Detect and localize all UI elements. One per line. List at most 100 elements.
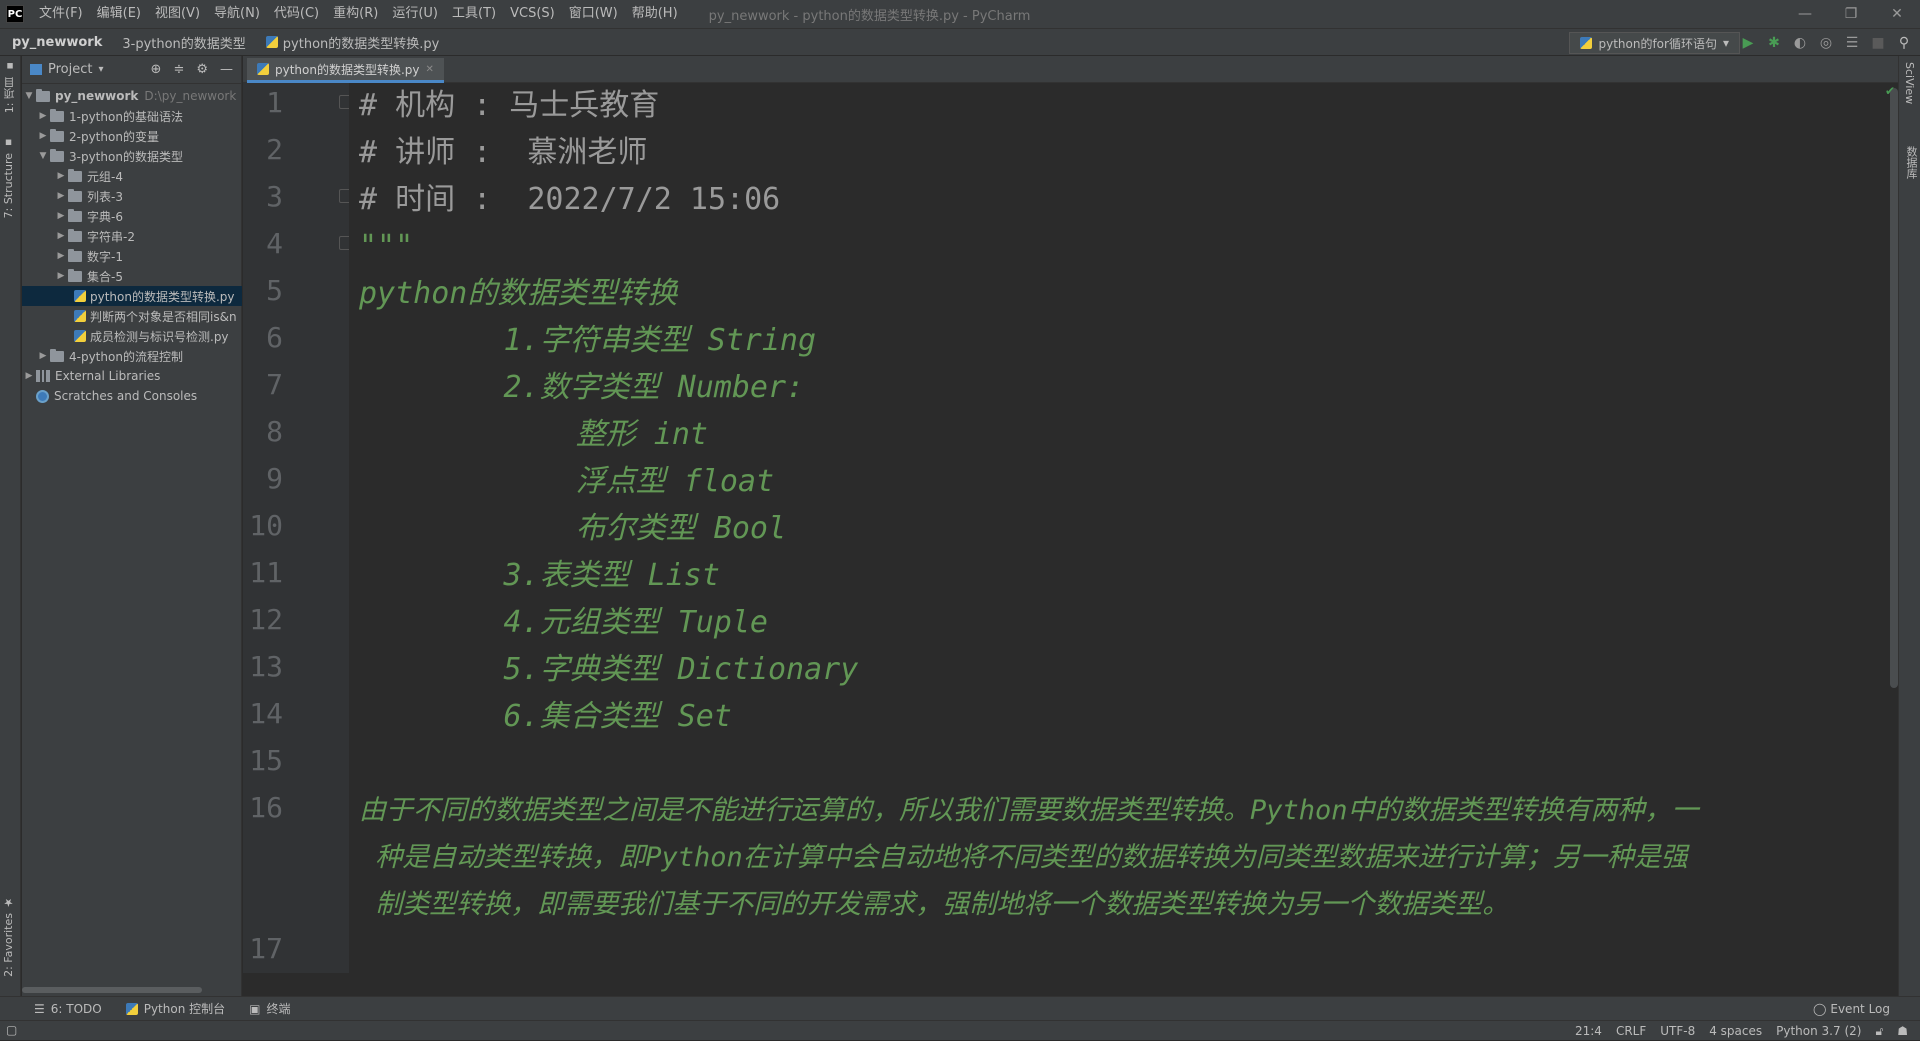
run-icon[interactable]: ▶ [1740, 35, 1756, 51]
code-editor[interactable]: # 机构 : 马士兵教育 # 讲师 : 慕洲老师 # 时间 : 2022/7/2… [349, 83, 1898, 973]
tree-item-label: 字典-6 [87, 209, 123, 224]
file-encoding[interactable]: UTF-8 [1660, 1024, 1695, 1038]
tree-root-project[interactable]: ▼ py_newwork D:\py_newwork [22, 86, 242, 106]
breadcrumb-project[interactable]: py_newwork [0, 35, 110, 50]
window-controls: — ❐ ✕ [1782, 0, 1920, 28]
tool-tab-event-log[interactable]: ◯ Event Log [1813, 997, 1890, 1021]
locate-icon[interactable]: ⊕ [151, 62, 162, 77]
chevron-down-icon[interactable]: ▾ [98, 64, 103, 75]
chevron-down-icon[interactable]: ▼ [36, 151, 50, 161]
tool-tab-python-console[interactable]: Python 控制台 [114, 1000, 237, 1017]
chevron-right-icon[interactable]: ▶ [54, 271, 68, 281]
tree-item-label: 判断两个对象是否相同is&n [90, 309, 237, 324]
tree-item[interactable]: ▶ 列表-3 [54, 186, 242, 206]
tool-tab-database[interactable]: 数据库 [1903, 146, 1919, 179]
python-console-icon [125, 1002, 138, 1015]
tree-item[interactable]: ▶ 数字-1 [54, 246, 242, 266]
notifications-icon[interactable]: ☗ [1897, 1024, 1908, 1038]
project-view-select[interactable]: Project [48, 62, 92, 77]
tool-tab-project[interactable]: 1: 项目 ▪ [2, 60, 18, 113]
tool-tab-terminal[interactable]: ▣ 终端 [237, 1000, 302, 1017]
restore-icon[interactable]: ❐ [1828, 0, 1874, 28]
tree-item[interactable]: ▶ 1-python的基础语法 [36, 106, 242, 126]
debug-icon[interactable]: ✱ [1766, 35, 1782, 51]
python-file-icon [74, 290, 86, 302]
tree-item[interactable]: ▶ 字符串-2 [54, 226, 242, 246]
python-interpreter[interactable]: Python 3.7 (2) [1776, 1024, 1861, 1038]
inspection-ok-icon[interactable]: ✔ [1885, 84, 1895, 98]
hide-panel-icon[interactable]: — [220, 62, 233, 77]
tool-tab-structure[interactable]: 7: Structure ▪ [2, 136, 15, 218]
chevron-right-icon[interactable]: ▶ [54, 251, 68, 261]
line-separator[interactable]: CRLF [1616, 1024, 1646, 1038]
stop-icon[interactable]: ■ [1870, 35, 1886, 51]
lock-icon[interactable]: 🔓︎ [1875, 1024, 1883, 1039]
indent-setting[interactable]: 4 spaces [1709, 1024, 1762, 1038]
minimize-icon[interactable]: — [1782, 0, 1828, 28]
editor-tab-active[interactable]: python的数据类型转换.py ✕ [247, 58, 444, 83]
coverage-icon[interactable]: ◐ [1792, 35, 1808, 51]
library-icon [36, 370, 50, 382]
chevron-right-icon[interactable]: ▶ [54, 211, 68, 221]
chevron-down-icon[interactable]: ▼ [22, 91, 36, 101]
code-line-wrapped: 种是自动类型转换，即Python在计算中会自动地将不同类型的数据转换为同类型数据… [359, 842, 1688, 873]
tree-item[interactable]: ▶ 4-python的流程控制 [36, 346, 242, 366]
tree-item[interactable]: ▶ 2-python的变量 [36, 126, 242, 146]
chevron-right-icon[interactable]: ▶ [22, 371, 36, 381]
toggle-tool-windows-icon[interactable]: ▢ [6, 1023, 17, 1037]
tree-item-scratches[interactable]: Scratches and Consoles [36, 386, 242, 406]
chevron-right-icon[interactable]: ▶ [54, 231, 68, 241]
project-panel-scrollbar[interactable] [22, 987, 202, 993]
menu-refactor[interactable]: 重构(R) [326, 0, 385, 28]
code-line: 5.字典类型 Dictionary [359, 652, 859, 687]
menu-run[interactable]: 运行(U) [385, 0, 445, 28]
caret-position[interactable]: 21:4 [1575, 1024, 1602, 1038]
chevron-right-icon[interactable]: ▶ [36, 351, 50, 361]
menu-tools[interactable]: 工具(T) [445, 0, 503, 28]
tree-item[interactable]: ▶ 字典-6 [54, 206, 242, 226]
chevron-right-icon[interactable]: ▶ [36, 131, 50, 141]
tree-item[interactable]: 成员检测与标识号检测.py [74, 326, 242, 346]
menu-edit[interactable]: 编辑(E) [90, 0, 148, 28]
collapse-all-icon[interactable]: ≑ [173, 62, 184, 77]
chevron-right-icon[interactable]: ▶ [54, 191, 68, 201]
close-icon[interactable]: ✕ [1874, 0, 1920, 28]
gear-icon[interactable]: ⚙ [196, 62, 208, 77]
tree-root-name: py_newwork [55, 89, 139, 103]
tree-item[interactable]: ▶ 集合-5 [54, 266, 242, 286]
tree-item-external-libraries[interactable]: ▶ External Libraries [22, 366, 242, 386]
pycharm-logo-icon: PC [6, 5, 24, 23]
chevron-right-icon[interactable]: ▶ [36, 111, 50, 121]
chevron-right-icon[interactable]: ▶ [54, 171, 68, 181]
breadcrumb-folder[interactable]: 3-python的数据类型 [110, 33, 253, 52]
tool-tab-todo[interactable]: ☰ 6: TODO [22, 1002, 114, 1016]
code-line: 1.字符串类型 String [359, 323, 817, 358]
tool-tab-favorites[interactable]: 2: Favorites ★ [2, 896, 15, 977]
breadcrumb-file[interactable]: python的数据类型转换.py [254, 33, 448, 52]
menu-navigate[interactable]: 导航(N) [207, 0, 267, 28]
tree-item-selected-file[interactable]: python的数据类型转换.py [22, 286, 242, 306]
search-icon[interactable]: ⚲ [1896, 35, 1912, 51]
folder-icon [50, 108, 64, 122]
status-bar: ▢ 21:4 CRLF UTF-8 4 spaces Python 3.7 (2… [0, 1020, 1920, 1040]
tree-item-label: 4-python的流程控制 [69, 349, 183, 364]
profile-icon[interactable]: ◎ [1818, 35, 1834, 51]
menu-file[interactable]: 文件(F) [32, 0, 90, 28]
editor-scrollbar[interactable] [1890, 88, 1898, 688]
run-concurrency-icon[interactable]: ☰ [1844, 35, 1860, 51]
menu-window[interactable]: 窗口(W) [562, 0, 625, 28]
line-number: 12 [249, 603, 283, 636]
code-line: 2.数字类型 Number: [359, 370, 805, 405]
tree-item[interactable]: 判断两个对象是否相同is&n [74, 306, 242, 326]
menu-help[interactable]: 帮助(H) [625, 0, 685, 28]
tree-item[interactable]: ▼ 3-python的数据类型 [36, 146, 242, 166]
code-line: 整形 int [359, 417, 708, 452]
title-bar: PC 文件(F) 编辑(E) 视图(V) 导航(N) 代码(C) 重构(R) 运… [0, 0, 1920, 28]
menu-view[interactable]: 视图(V) [148, 0, 207, 28]
menu-code[interactable]: 代码(C) [267, 0, 326, 28]
tree-item[interactable]: ▶ 元组-4 [54, 166, 242, 186]
menu-vcs[interactable]: VCS(S) [503, 0, 562, 28]
close-tab-icon[interactable]: ✕ [426, 64, 434, 75]
tool-tab-sciview[interactable]: SciView [1903, 62, 1916, 104]
run-configuration-select[interactable]: python的for循环语句 ▾ [1569, 32, 1740, 54]
